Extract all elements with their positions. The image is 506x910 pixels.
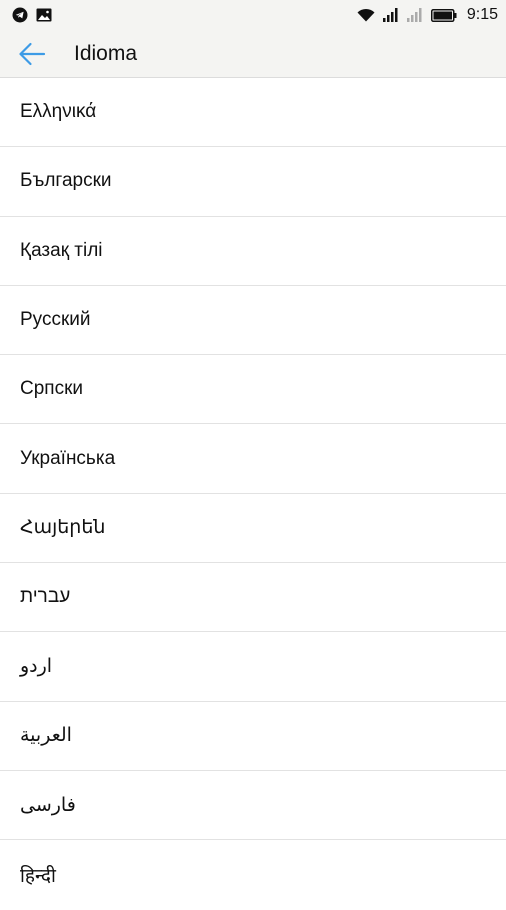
language-item-persian[interactable]: فارسی [0,771,506,841]
language-item-kazakh[interactable]: Қазақ тілі [0,217,506,286]
status-left [12,7,52,23]
language-item-urdu[interactable]: اردو [0,632,506,702]
language-item-russian[interactable]: Русский [0,286,506,356]
back-button[interactable] [17,39,47,69]
language-item-arabic[interactable]: العربية [0,702,506,771]
page-title: Idioma [74,41,138,65]
telegram-icon [12,7,28,23]
language-item-bulgarian[interactable]: Български [0,147,506,217]
signal-icon [382,8,399,22]
app-bar: Idioma [0,30,506,78]
language-item-armenian[interactable]: Հայերեն [0,494,506,564]
status-time: 9:15 [466,6,498,23]
language-item-ukrainian[interactable]: Українська [0,424,506,494]
language-item-greek[interactable]: Ελληνικά [0,78,506,148]
language-item-serbian[interactable]: Српски [0,355,506,425]
arrow-left-icon [19,42,46,65]
signal-empty-icon [406,8,423,22]
language-item-hindi[interactable]: हिन्दी [0,840,506,909]
status-bar: 9:15 [0,0,506,30]
status-right: 9:15 [357,6,498,24]
language-list: Ελληνικά Български Қазақ тілі Русский Ср… [0,78,506,910]
battery-icon [430,8,457,22]
wifi-icon [357,8,375,22]
language-item-hebrew[interactable]: עברית [0,563,506,633]
image-icon [36,8,52,22]
